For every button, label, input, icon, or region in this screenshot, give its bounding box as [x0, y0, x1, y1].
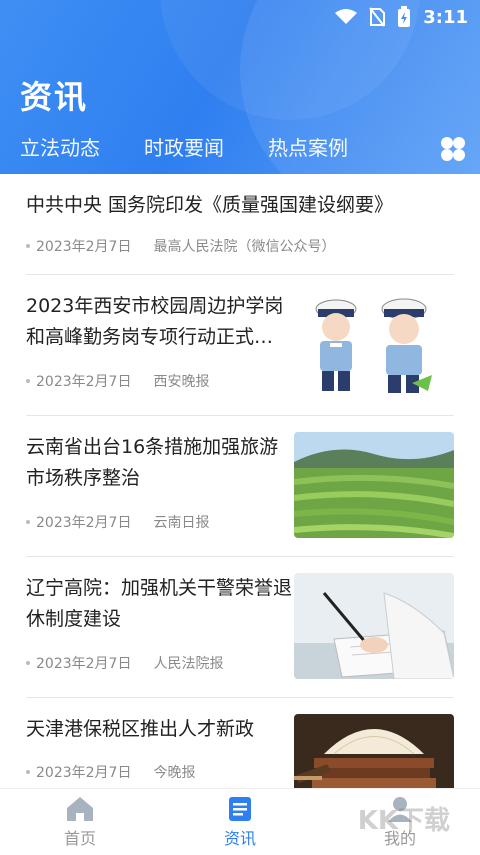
- no-sim-icon: [369, 7, 386, 27]
- watermark: KK下载: [357, 806, 450, 836]
- news-date: 2023年2月7日: [36, 765, 132, 781]
- news-source: 人民法院报: [153, 656, 224, 672]
- news-meta: 2023年2月7日 最高人民法院（微信公众号）: [26, 236, 335, 256]
- news-date: 2023年2月7日: [36, 656, 132, 672]
- news-meta: 2023年2月7日 云南日报: [26, 512, 209, 532]
- tab-hot-cases[interactable]: 热点案例: [268, 132, 348, 172]
- news-title: 天津港保税区推出人才新政: [26, 718, 255, 740]
- books-gavel-image: [294, 714, 454, 788]
- wifi-icon: [335, 9, 358, 24]
- status-bar: 3:11: [335, 6, 468, 28]
- news-date: 2023年2月7日: [36, 374, 132, 390]
- clock: 3:11: [423, 6, 468, 28]
- news-title: 辽宁高院：加强机关干警荣誉退休制度建设: [26, 577, 293, 630]
- news-date: 2023年2月7日: [36, 515, 132, 531]
- news-icon: [229, 797, 251, 821]
- signing-document-image: [294, 573, 454, 679]
- news-thumbnail: [294, 291, 454, 397]
- news-meta: 2023年2月7日 今晚报: [26, 762, 195, 782]
- news-list: 中共中央 国务院印发《质量强国建设纲要》 2023年2月7日 最高人民法院（微信…: [0, 174, 480, 788]
- news-item[interactable]: 云南省出台16条措施加强旅游市场秩序整治 2023年2月7日 云南日报: [26, 416, 454, 557]
- battery-icon: [398, 6, 411, 27]
- news-title: 中共中央 国务院印发《质量强国建设纲要》: [26, 194, 394, 216]
- traffic-police-image: [315, 298, 432, 393]
- nav-news[interactable]: 资讯: [160, 789, 320, 855]
- tab-politics[interactable]: 时政要闻: [144, 132, 224, 172]
- news-source: 最高人民法院（微信公众号）: [153, 239, 336, 255]
- news-item[interactable]: 2023年西安市校园周边护学岗和高峰勤务岗专项行动正式… 2023年2月7日 西…: [26, 275, 454, 416]
- news-source: 云南日报: [153, 515, 210, 531]
- news-meta: 2023年2月7日 西安晚报: [26, 371, 209, 391]
- grid-icon[interactable]: [440, 136, 466, 162]
- news-meta: 2023年2月7日 人民法院报: [26, 653, 223, 673]
- news-date: 2023年2月7日: [36, 239, 132, 255]
- news-thumbnail: [294, 432, 454, 538]
- news-title: 2023年西安市校园周边护学岗和高峰勤务岗专项行动正式…: [26, 295, 284, 348]
- nav-home-label: 首页: [63, 829, 96, 848]
- news-item[interactable]: 辽宁高院：加强机关干警荣誉退休制度建设 2023年2月7日 人民法院报: [26, 557, 454, 698]
- tab-legislation[interactable]: 立法动态: [20, 132, 100, 172]
- category-tabs: 立法动态 时政要闻 热点案例: [20, 132, 392, 172]
- page-title: 资讯: [20, 78, 89, 116]
- header: 3:11 资讯 立法动态 时政要闻 热点案例: [0, 0, 480, 174]
- news-thumbnail: [294, 714, 454, 788]
- news-thumbnail: [294, 573, 454, 679]
- nav-news-label: 资讯: [223, 829, 256, 848]
- news-source: 今晚报: [153, 765, 196, 781]
- terraced-fields-image: [294, 432, 454, 538]
- news-item[interactable]: 天津港保税区推出人才新政 2023年2月7日 今晚报: [26, 698, 454, 788]
- nav-home[interactable]: 首页: [0, 789, 160, 855]
- news-item[interactable]: 中共中央 国务院印发《质量强国建设纲要》 2023年2月7日 最高人民法院（微信…: [26, 174, 454, 275]
- news-title: 云南省出台16条措施加强旅游市场秩序整治: [26, 436, 279, 489]
- news-source: 西安晚报: [153, 374, 210, 390]
- home-icon: [67, 797, 93, 821]
